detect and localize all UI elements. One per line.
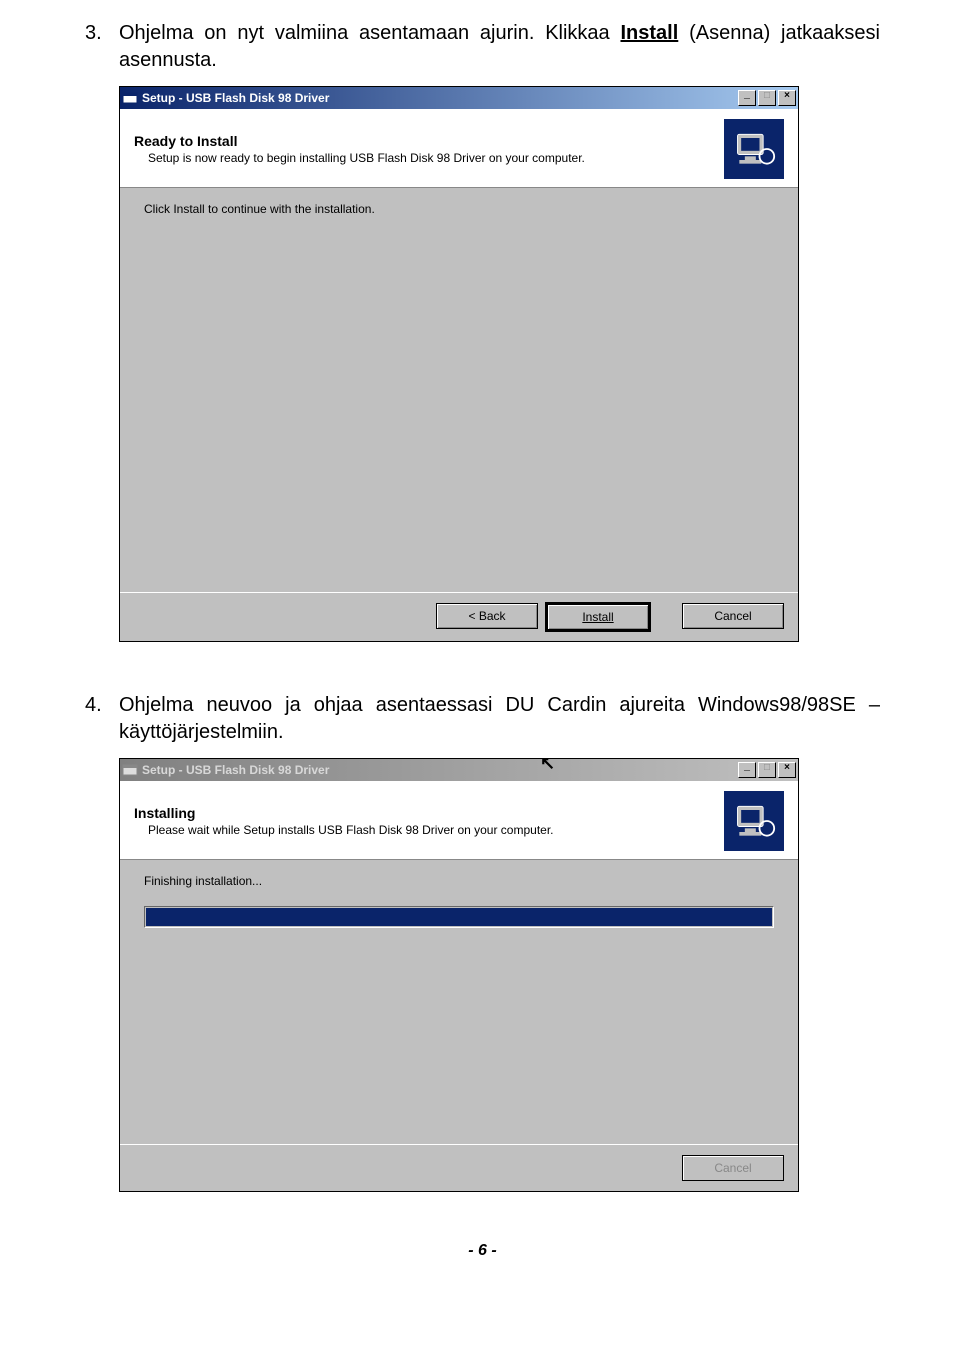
computer-icon	[724, 791, 784, 851]
instruction-step-3: 3. Ohjelma on nyt valmiina asentamaan aj…	[85, 20, 880, 74]
instruction-step-4: 4. Ohjelma neuvoo ja ohjaa asentaessasi …	[85, 692, 880, 746]
wizard-footer: < Back Install Cancel	[120, 592, 798, 641]
close-button[interactable]: ×	[778, 762, 796, 778]
wizard-body: Click Install to continue with the insta…	[120, 188, 798, 592]
page-number: - 6 -	[85, 1242, 880, 1260]
minimize-button[interactable]: _	[738, 90, 756, 106]
computer-icon	[724, 119, 784, 179]
step-text: Ohjelma on nyt valmiina asentamaan ajuri…	[119, 20, 880, 74]
titlebar: Setup - USB Flash Disk 98 Driver _ □ ×	[120, 87, 798, 109]
body-text: Click Install to continue with the insta…	[144, 202, 774, 216]
cancel-button: Cancel	[682, 1155, 784, 1181]
install-button[interactable]: Install	[546, 603, 650, 631]
app-icon	[122, 762, 138, 778]
progress-fill	[146, 908, 772, 926]
step-number: 3.	[85, 20, 119, 74]
wizard-footer: Cancel	[120, 1144, 798, 1191]
titlebar: Setup - USB Flash Disk 98 Driver ↖ _ □ ×	[120, 759, 798, 781]
window-title: Setup - USB Flash Disk 98 Driver	[142, 91, 738, 105]
maximize-button: □	[758, 90, 776, 106]
progress-bar	[144, 906, 774, 928]
close-button[interactable]: ×	[778, 90, 796, 106]
wizard-header: Installing Please wait while Setup insta…	[120, 781, 798, 860]
install-keyword: Install	[620, 22, 678, 44]
cancel-button[interactable]: Cancel	[682, 603, 784, 629]
app-icon	[122, 90, 138, 106]
back-button[interactable]: < Back	[436, 603, 538, 629]
maximize-button: □	[758, 762, 776, 778]
setup-window-installing: Setup - USB Flash Disk 98 Driver ↖ _ □ ×…	[119, 758, 799, 1192]
setup-window-ready: Setup - USB Flash Disk 98 Driver _ □ × R…	[119, 86, 799, 642]
wizard-body: Finishing installation...	[120, 860, 798, 1144]
wizard-header: Ready to Install Setup is now ready to b…	[120, 109, 798, 188]
step-number: 4.	[85, 692, 119, 746]
window-title: Setup - USB Flash Disk 98 Driver	[142, 763, 738, 777]
header-subtitle: Please wait while Setup installs USB Fla…	[148, 823, 712, 837]
step-text: Ohjelma neuvoo ja ohjaa asentaessasi DU …	[119, 692, 880, 746]
minimize-button[interactable]: _	[738, 762, 756, 778]
body-text: Finishing installation...	[144, 874, 774, 888]
header-title: Ready to Install	[134, 133, 712, 149]
header-subtitle: Setup is now ready to begin installing U…	[148, 151, 712, 165]
header-title: Installing	[134, 805, 712, 821]
